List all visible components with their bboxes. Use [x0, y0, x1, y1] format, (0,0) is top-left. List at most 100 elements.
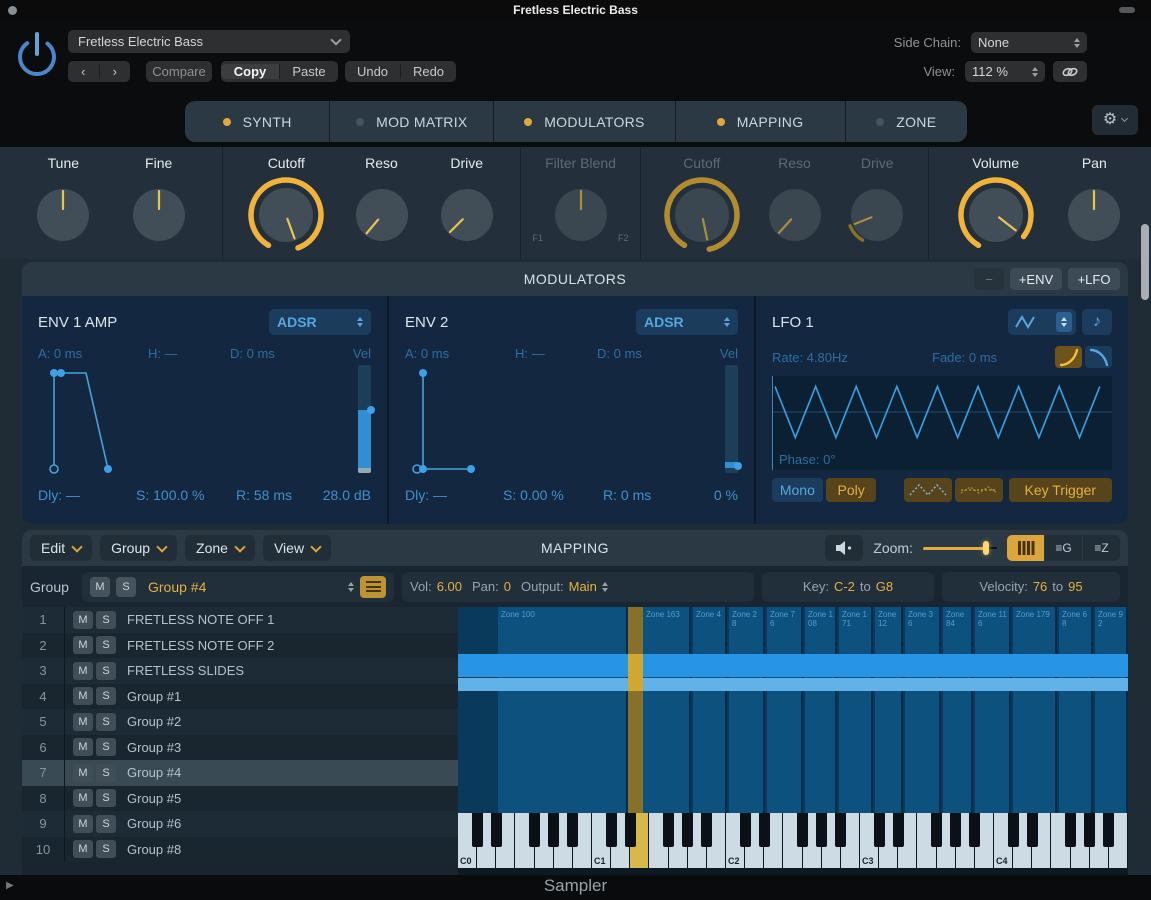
env2-sustain[interactable]: S: 0.00 % [503, 487, 603, 503]
key-trigger-button[interactable]: Key Trigger [1009, 478, 1112, 502]
next-preset-button[interactable]: › [99, 64, 131, 79]
black-key[interactable] [701, 813, 712, 847]
fine-knob[interactable]: Fine [127, 147, 191, 259]
tab-synth[interactable]: SYNTH [185, 101, 329, 142]
lfo-mono-button[interactable]: Mono [772, 478, 823, 502]
power-button[interactable] [14, 26, 60, 82]
lfo-unipolar-button[interactable] [955, 478, 1003, 502]
row-solo-button[interactable]: S [96, 764, 116, 782]
row-mute-button[interactable]: M [73, 713, 93, 731]
drive-knob[interactable]: Drive [435, 147, 499, 259]
row-solo-button[interactable]: S [96, 662, 116, 680]
env1-hold[interactable]: H: — [148, 346, 230, 361]
row-solo-button[interactable]: S [96, 687, 116, 705]
lfo-rate[interactable]: Rate: 4.80Hz [772, 350, 932, 365]
audition-button[interactable] [825, 535, 863, 561]
pan-knob[interactable]: Pan [1062, 147, 1126, 259]
black-key[interactable] [625, 813, 636, 847]
window-widget[interactable] [1119, 7, 1135, 13]
group-row-2[interactable]: 2MSFRETLESS NOTE OFF 2 [22, 633, 458, 659]
zone-map[interactable]: Zone 100Zone 163Zone 4Zone 28Zone 76Zone… [458, 607, 1128, 813]
view-zoom-stepper[interactable]: 112 % [965, 61, 1045, 82]
black-key[interactable] [969, 813, 980, 847]
zone-menu[interactable]: Zone [185, 535, 255, 561]
zone[interactable]: Zone 84 [943, 607, 973, 813]
env1-release[interactable]: R: 58 ms [236, 487, 323, 503]
group-menu[interactable]: Group [100, 535, 177, 561]
black-key[interactable] [816, 813, 827, 847]
env1-decay[interactable]: D: 0 ms [230, 346, 353, 361]
fade-in-button[interactable] [1055, 346, 1082, 368]
black-key[interactable] [950, 813, 961, 847]
row-mute-button[interactable]: M [73, 789, 93, 807]
group-mute-button[interactable]: M [90, 577, 110, 597]
lfo-bipolar-button[interactable] [904, 478, 952, 502]
row-solo-button[interactable]: S [96, 713, 116, 731]
row-mute-button[interactable]: M [73, 840, 93, 858]
zone[interactable]: Zone 108 [805, 607, 837, 813]
env1-attack[interactable]: A: 0 ms [38, 346, 148, 361]
reso-knob[interactable]: Reso [350, 147, 414, 259]
row-solo-button[interactable]: S [96, 815, 116, 833]
pan-value[interactable]: 0 [504, 579, 511, 594]
add-env-button[interactable]: +ENV [1010, 268, 1062, 290]
env1-vel-amount[interactable]: 28.0 dB [323, 487, 371, 503]
group-row-10[interactable]: 10MSGroup #8 [22, 837, 458, 863]
zone[interactable]: Zone 28 [729, 607, 765, 813]
link-button[interactable] [1053, 61, 1087, 82]
env1-delay[interactable]: Dly: — [38, 487, 136, 503]
black-key[interactable] [1084, 813, 1095, 847]
row-solo-button[interactable]: S [96, 738, 116, 756]
output-value[interactable]: Main [569, 579, 597, 594]
view-menu[interactable]: View [263, 535, 331, 561]
black-key[interactable] [682, 813, 693, 847]
zone[interactable]: Zone 100 [498, 607, 628, 813]
black-key[interactable] [931, 813, 942, 847]
reso-knob[interactable]: Reso [763, 147, 827, 259]
group-menu-button[interactable] [360, 576, 386, 598]
lfo-fade[interactable]: Fade: 0 ms [932, 350, 1055, 365]
settings-button[interactable]: ⚙ [1092, 105, 1138, 135]
redo-button[interactable]: Redo [400, 64, 456, 79]
env1-velocity-slider[interactable] [358, 365, 371, 473]
row-solo-button[interactable]: S [96, 611, 116, 629]
lfo-waveform-select[interactable] [1008, 309, 1076, 335]
env2-vel-amount[interactable]: 0 % [714, 487, 738, 503]
lfo-phase[interactable]: Phase: 0° [779, 452, 836, 467]
group-row-7[interactable]: 7MSGroup #4 [22, 760, 458, 786]
tab-zone[interactable]: ZONE [845, 101, 967, 142]
black-key[interactable] [548, 813, 559, 847]
drive-knob[interactable]: Drive [845, 147, 909, 259]
zone[interactable]: Zone 68 [1059, 607, 1093, 813]
black-key[interactable] [663, 813, 674, 847]
compare-button[interactable]: Compare [146, 61, 212, 82]
velocity-low[interactable]: 76 [1033, 579, 1047, 594]
black-key[interactable] [529, 813, 540, 847]
row-solo-button[interactable]: S [96, 840, 116, 858]
vol-value[interactable]: 6.00 [437, 579, 462, 594]
fade-out-button[interactable] [1085, 346, 1112, 368]
zoom-slider-handle[interactable] [983, 541, 989, 555]
env2-delay[interactable]: Dly: — [405, 487, 503, 503]
group-row-6[interactable]: 6MSGroup #3 [22, 735, 458, 761]
zone[interactable]: Zone 179 [1013, 607, 1057, 813]
stepper-icon[interactable] [348, 582, 354, 592]
lfo-sync-button[interactable]: ♪ [1082, 309, 1112, 335]
row-mute-button[interactable]: M [73, 687, 93, 705]
row-solo-button[interactable]: S [96, 789, 116, 807]
stepper-icon[interactable] [602, 582, 608, 592]
black-key[interactable] [606, 813, 617, 847]
row-mute-button[interactable]: M [73, 611, 93, 629]
black-key[interactable] [893, 813, 904, 847]
row-solo-button[interactable]: S [96, 636, 116, 654]
black-key[interactable] [797, 813, 808, 847]
black-key[interactable] [1027, 813, 1038, 847]
env2-release[interactable]: R: 0 ms [603, 487, 714, 503]
black-key[interactable] [567, 813, 578, 847]
env2-mode-select[interactable]: ADSR [636, 309, 738, 335]
black-key[interactable] [1103, 813, 1114, 847]
zone[interactable]: Zone 76 [767, 607, 803, 813]
cutoff-knob[interactable]: Cutoff [660, 147, 744, 259]
key-low[interactable]: C-2 [834, 579, 855, 594]
env1-sustain[interactable]: S: 100.0 % [136, 487, 236, 503]
